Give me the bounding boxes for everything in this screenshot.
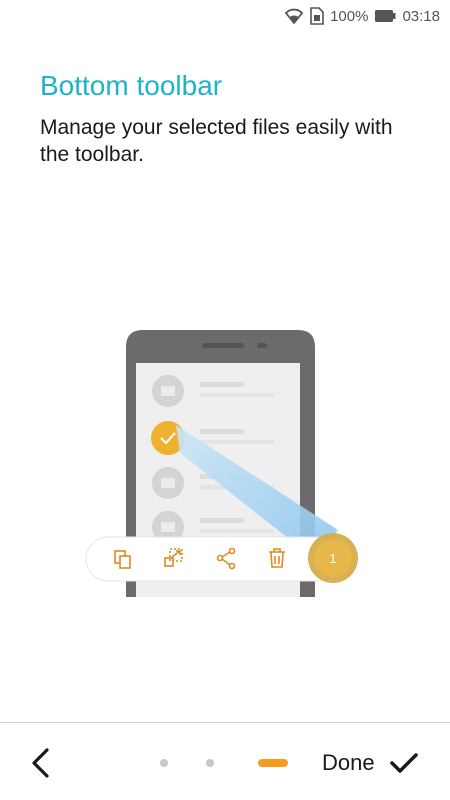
page-indicator	[160, 759, 288, 767]
battery-percent: 100%	[330, 7, 369, 25]
wifi-icon	[284, 8, 304, 24]
chevron-left-icon	[32, 748, 49, 778]
page-dot	[206, 759, 214, 767]
clock-time: 03:18	[402, 7, 440, 25]
checkmark-icon	[389, 753, 418, 773]
done-label: Done	[322, 750, 375, 775]
selected-count-label: 1	[329, 551, 336, 566]
page-title: Bottom toolbar	[40, 70, 223, 101]
status-bar: 100% 03:18	[0, 0, 450, 32]
back-button[interactable]	[22, 743, 58, 783]
done-button[interactable]: Done	[322, 745, 419, 781]
floating-toolbar	[85, 536, 337, 582]
phone-illustration: 1	[80, 325, 380, 605]
page-subtitle: Manage your selected files easily with t…	[40, 116, 393, 166]
sim-card-icon	[310, 7, 324, 25]
page-dot	[160, 759, 168, 767]
battery-icon	[374, 9, 396, 23]
page-dot-active	[258, 759, 288, 767]
bottom-navigation: Done	[0, 723, 450, 800]
